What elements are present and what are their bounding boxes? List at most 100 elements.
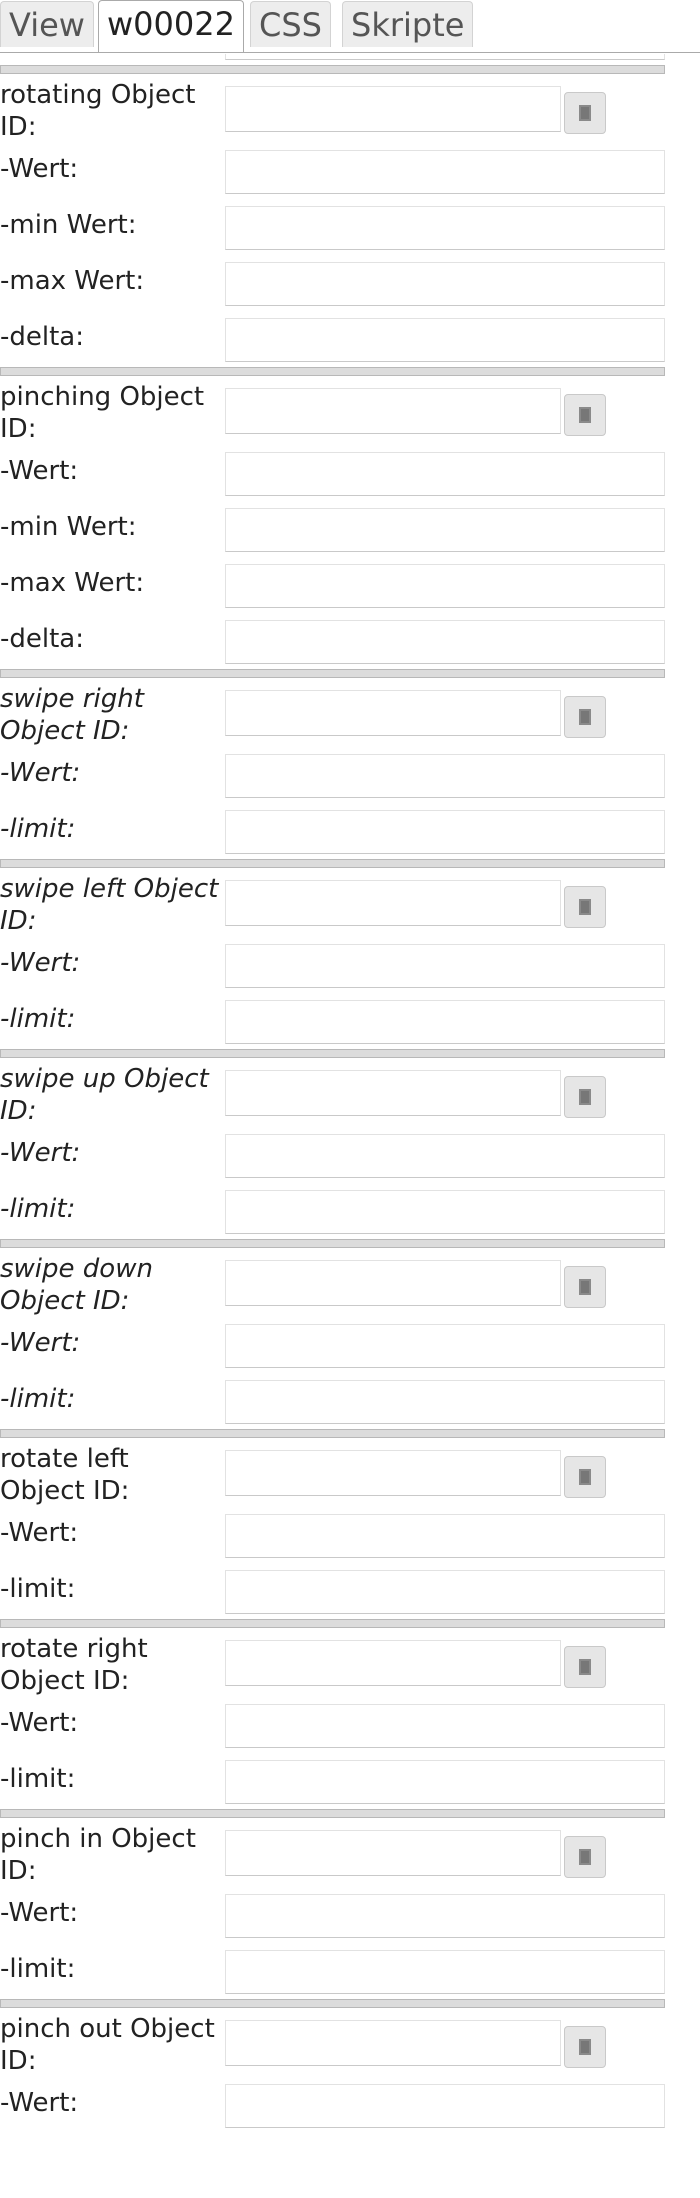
separator-bar [0, 1809, 665, 1818]
swipe-up-limit-row: -limit: [0, 1182, 700, 1238]
rotate-left-limit-input[interactable] [225, 1570, 665, 1614]
tab-view[interactable]: View [0, 1, 94, 47]
object-picker-icon [579, 1089, 591, 1105]
tab-widget-w00022[interactable]: w00022 [98, 0, 244, 52]
swipe-right-wert-input[interactable] [225, 754, 665, 798]
rotating-object-id-input[interactable] [225, 86, 561, 132]
swipe-right-object-picker-button[interactable] [564, 696, 606, 738]
pinch-in-object-picker-button[interactable] [564, 1836, 606, 1878]
pinching-max-wert-input[interactable] [225, 564, 665, 608]
pinch-out-wert-label: -Wert: [0, 2088, 79, 2118]
swipe-up-wert-input[interactable] [225, 1134, 665, 1178]
group-separator [0, 1618, 700, 1630]
swipe-up-limit-input[interactable] [225, 1190, 665, 1234]
rotating-delta-input[interactable] [225, 318, 665, 362]
pinching-max-wert-row: -max Wert: [0, 556, 700, 612]
pinch-in-limit-input[interactable] [225, 1950, 665, 1994]
attribute-row-delta-partial: -delta: [0, 54, 700, 64]
tab-css[interactable]: CSS [250, 1, 331, 47]
rotating-wert-row: -Wert: [0, 142, 700, 198]
separator-bar [0, 1999, 665, 2008]
swipe-left-object-id-label: swipe left Object ID: [0, 874, 219, 936]
pinch-out-object-picker-button[interactable] [564, 2026, 606, 2068]
separator-bar [0, 859, 665, 868]
pinching-wert-input[interactable] [225, 452, 665, 496]
rotating-wert-label: -Wert: [0, 154, 79, 184]
group-separator [0, 64, 700, 76]
swipe-down-limit-input[interactable] [225, 1380, 665, 1424]
widget-attributes-panel[interactable]: -delta: rotating Object ID: -Wert: -min Wer… [0, 54, 700, 2198]
swipe-up-object-picker-button[interactable] [564, 1076, 606, 1118]
group-separator [0, 1808, 700, 1820]
swipe-down-limit-row: -limit: [0, 1372, 700, 1428]
pinching-object-picker-button[interactable] [564, 394, 606, 436]
swipe-up-wert-label: -Wert: [0, 1138, 81, 1168]
panel-bottom-edge [0, 2188, 700, 2198]
object-picker-icon [579, 709, 591, 725]
rotate-left-wert-label: -Wert: [0, 1518, 79, 1548]
rotate-right-limit-label: -limit: [0, 1764, 76, 1794]
rotate-left-wert-input[interactable] [225, 1514, 665, 1558]
rotate-left-object-picker-button[interactable] [564, 1456, 606, 1498]
separator-bar [0, 1429, 665, 1438]
pinching-wert-label: -Wert: [0, 456, 79, 486]
tab-skripte[interactable]: Skripte [342, 1, 474, 47]
pinching-min-wert-label: -min Wert: [0, 512, 137, 542]
pinch-out-object-id-row: pinch out Object ID: [0, 2010, 700, 2076]
swipe-down-object-picker-button[interactable] [564, 1266, 606, 1308]
separator-bar [0, 669, 665, 678]
swipe-down-object-id-input[interactable] [225, 1260, 561, 1306]
pinch-in-object-id-input[interactable] [225, 1830, 561, 1876]
rotating-min-wert-input[interactable] [225, 206, 665, 250]
swipe-down-limit-label: -limit: [0, 1384, 76, 1414]
pinching-object-id-input[interactable] [225, 388, 561, 434]
swipe-up-object-id-label: swipe up Object ID: [0, 1064, 209, 1126]
pinch-in-wert-label: -Wert: [0, 1898, 79, 1928]
delta-input[interactable] [225, 54, 665, 60]
swipe-left-limit-input[interactable] [225, 1000, 665, 1044]
swipe-right-object-id-label: swipe right Object ID: [0, 684, 144, 746]
rotate-right-wert-input[interactable] [225, 1704, 665, 1748]
pinch-in-wert-input[interactable] [225, 1894, 665, 1938]
swipe-down-wert-row: -Wert: [0, 1316, 700, 1372]
swipe-down-object-id-label: swipe down Object ID: [0, 1254, 153, 1316]
group-separator [0, 858, 700, 870]
pinch-out-wert-row: -Wert: [0, 2076, 700, 2132]
pinching-delta-input[interactable] [225, 620, 665, 664]
swipe-left-wert-input[interactable] [225, 944, 665, 988]
rotate-right-object-id-input[interactable] [225, 1640, 561, 1686]
rotating-object-id-row: rotating Object ID: [0, 76, 700, 142]
swipe-left-wert-label: -Wert: [0, 948, 81, 978]
rotate-left-object-id-input[interactable] [225, 1450, 561, 1496]
rotate-right-limit-row: -limit: [0, 1752, 700, 1808]
swipe-down-wert-input[interactable] [225, 1324, 665, 1368]
rotating-max-wert-input[interactable] [225, 262, 665, 306]
rotate-left-wert-row: -Wert: [0, 1506, 700, 1562]
swipe-right-wert-label: -Wert: [0, 758, 81, 788]
pinching-min-wert-input[interactable] [225, 508, 665, 552]
swipe-down-wert-label: -Wert: [0, 1328, 81, 1358]
group-separator [0, 1428, 700, 1440]
group-separator [0, 1998, 700, 2010]
pinch-out-wert-input[interactable] [225, 2084, 665, 2128]
swipe-up-wert-row: -Wert: [0, 1126, 700, 1182]
object-picker-icon [579, 1469, 591, 1485]
rotate-right-object-picker-button[interactable] [564, 1646, 606, 1688]
tab-bar-baseline [0, 52, 700, 53]
rotate-right-object-id-row: rotate right Object ID: [0, 1630, 700, 1696]
pinch-out-object-id-input[interactable] [225, 2020, 561, 2066]
group-separator [0, 668, 700, 680]
swipe-right-limit-input[interactable] [225, 810, 665, 854]
separator-bar [0, 1619, 665, 1628]
group-separator [0, 1048, 700, 1060]
swipe-right-object-id-input[interactable] [225, 690, 561, 736]
object-picker-icon [579, 899, 591, 915]
rotating-object-picker-button[interactable] [564, 92, 606, 134]
swipe-left-wert-row: -Wert: [0, 936, 700, 992]
swipe-left-object-id-input[interactable] [225, 880, 561, 926]
rotate-right-limit-input[interactable] [225, 1760, 665, 1804]
swipe-up-object-id-input[interactable] [225, 1070, 561, 1116]
attributes-list: -delta: rotating Object ID: -Wert: -min Wer… [0, 54, 700, 2132]
swipe-left-object-picker-button[interactable] [564, 886, 606, 928]
rotating-wert-input[interactable] [225, 150, 665, 194]
